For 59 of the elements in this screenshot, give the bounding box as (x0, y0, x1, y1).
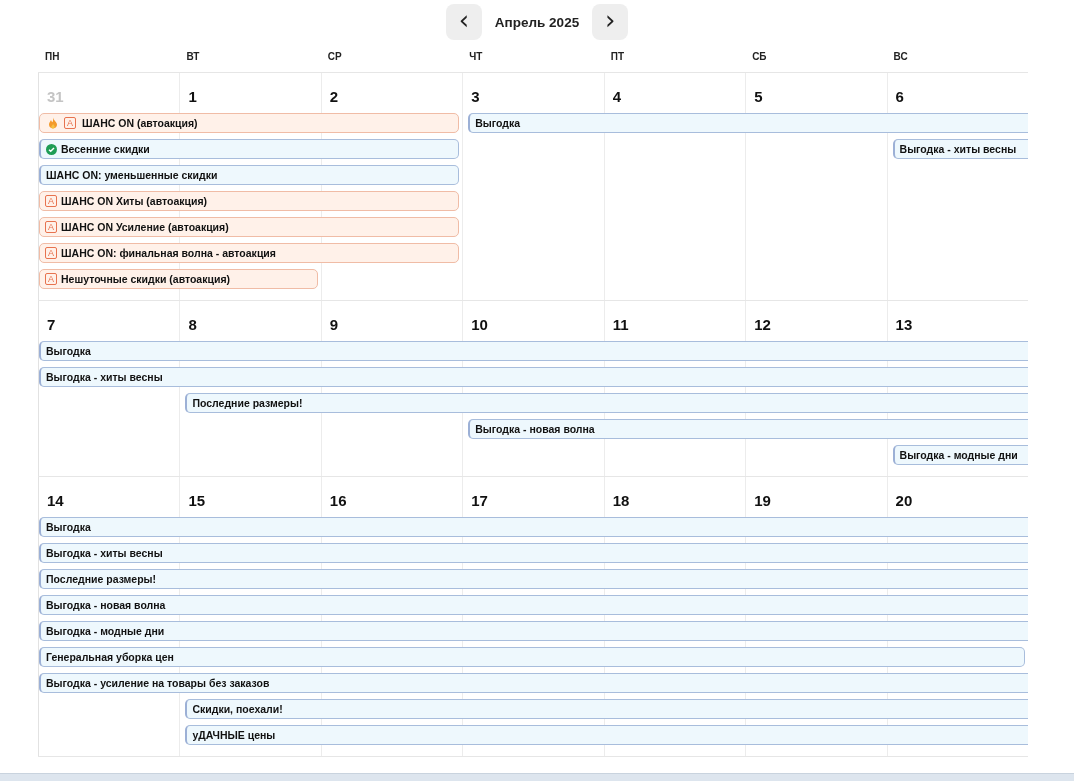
auto-badge: A (45, 221, 57, 233)
next-month-button[interactable]: › (592, 4, 629, 40)
day-number: 10 (471, 316, 488, 333)
day-number: 2 (329, 88, 339, 105)
event-bar[interactable]: Генеральная уборка цен (39, 647, 1025, 667)
event-bar[interactable]: Скидки, поехали! (185, 699, 1028, 719)
day-number: 6 (895, 88, 904, 105)
event-bar[interactable]: Выгодка - усиление на товары без заказов (39, 673, 1028, 693)
event-bar[interactable]: Выгодка - хиты весны (892, 139, 1028, 159)
auto-badge: A (45, 273, 57, 285)
month-title: Апрель 2025 (494, 14, 580, 30)
day-number: 18 (612, 492, 630, 509)
day-number: 15 (188, 492, 206, 509)
event-bar[interactable]: Выгодка (39, 341, 1028, 361)
weekday-label: СБ (751, 50, 768, 64)
event-bar[interactable]: A ШАНС ON Хиты (автоакция) (39, 191, 460, 211)
day-number: 8 (188, 316, 197, 333)
event-bar[interactable]: Выгодка - модные дни (892, 445, 1028, 465)
day-number: 11 (612, 316, 629, 333)
event-bar[interactable]: Выгодка (39, 517, 1028, 537)
weekday-label: ПН (44, 50, 61, 64)
auto-badge: A (64, 117, 76, 129)
day-number: 20 (895, 492, 913, 509)
event-bar[interactable]: A ШАНС ON Усиление (автоакция) (39, 217, 460, 237)
weekday-label: ВС (892, 50, 909, 64)
event-bar[interactable]: A Нешуточные скидки (автоакция) (39, 269, 318, 289)
day-number: 5 (754, 88, 763, 105)
event-bar[interactable]: Выгодка - новая волна (468, 419, 1028, 439)
event-bar[interactable]: Последние размеры! (39, 569, 1028, 589)
event-bar[interactable]: Выгодка - модные дни (39, 621, 1028, 641)
day-number: 4 (612, 88, 622, 105)
day-number: 9 (329, 316, 339, 333)
weekday-label: ЧТ (468, 50, 484, 64)
day-number: 13 (895, 316, 913, 333)
event-bar[interactable]: A ШАНС ON (автоакция) (39, 113, 460, 133)
day-number: 19 (754, 492, 771, 509)
event-bar[interactable]: ШАНС ON: уменьшенные скидки (39, 165, 460, 185)
day-number: 17 (471, 492, 488, 509)
day-number: 1 (188, 88, 197, 105)
weekday-label: СР (326, 50, 343, 64)
event-bar[interactable]: Выгодка - новая волна (39, 595, 1028, 615)
day-number: 12 (754, 316, 771, 333)
event-bar[interactable]: Выгодка - хиты весны (39, 367, 1028, 387)
event-bar[interactable]: A ШАНС ON: финальная волна - автоакция (39, 243, 460, 263)
previous-month-button[interactable]: ‹ (445, 4, 482, 40)
event-bar[interactable]: уДАЧНЫЕ цены (185, 725, 1028, 745)
event-bar[interactable]: Последние размеры! (185, 393, 1028, 413)
event-bar[interactable]: Выгодка - хиты весны (39, 543, 1028, 563)
day-number: 31 (47, 88, 64, 105)
event-bar[interactable]: Выгодка (468, 113, 1028, 133)
auto-badge: A (45, 247, 57, 259)
day-number: 14 (47, 492, 64, 509)
auto-badge: A (45, 195, 57, 207)
day-number: 16 (329, 492, 347, 509)
event-bar[interactable]: Весенние скидки (39, 139, 460, 159)
weekday-label: ПТ (609, 50, 625, 64)
day-number: 7 (47, 316, 56, 333)
day-number: 3 (471, 88, 480, 105)
weekday-label: ВТ (185, 50, 201, 64)
